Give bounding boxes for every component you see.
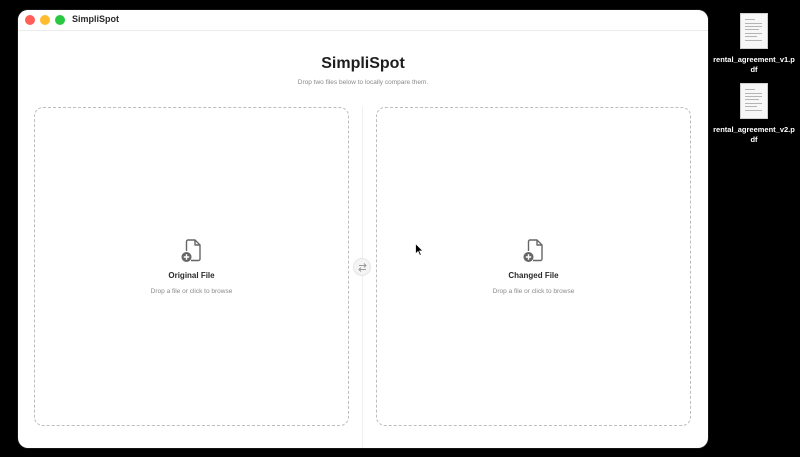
title-bar[interactable]: SimpliSpot: [18, 10, 708, 31]
maximize-window-button[interactable]: [55, 15, 65, 25]
app-window: SimpliSpot SimpliSpot Drop two files bel…: [18, 10, 708, 448]
desktop-file-rental-agreement-v2[interactable]: rental_agreement_v2.pdf: [712, 83, 796, 145]
changed-file-dropzone[interactable]: Changed File Drop a file or click to bro…: [376, 107, 691, 426]
close-window-button[interactable]: [25, 15, 35, 25]
pdf-file-icon: [740, 13, 768, 49]
file-plus-icon: [181, 239, 201, 262]
desktop-file-name: rental_agreement_v2.pdf: [713, 125, 795, 144]
page-title: SimpliSpot: [321, 55, 405, 72]
changed-file-hint: Drop a file or click to browse: [492, 288, 575, 295]
original-file-label: Original File: [168, 271, 215, 280]
desktop: SimpliSpot SimpliSpot Drop two files bel…: [0, 0, 800, 457]
mouse-pointer-icon: [415, 243, 424, 256]
original-file-hint: Drop a file or click to browse: [150, 288, 233, 295]
changed-file-label: Changed File: [508, 271, 559, 280]
file-plus-icon: [523, 239, 543, 262]
minimize-window-button[interactable]: [40, 15, 50, 25]
pdf-file-icon: [740, 83, 768, 119]
swap-arrows-icon: [358, 263, 367, 272]
desktop-file-name: rental_agreement_v1.pdf: [713, 55, 795, 74]
divider: [362, 107, 363, 448]
desktop-file-rental-agreement-v1[interactable]: rental_agreement_v1.pdf: [712, 13, 796, 75]
window-title: SimpliSpot: [72, 14, 119, 24]
swap-files-button[interactable]: [353, 258, 371, 276]
page-subtitle: Drop two files below to locally compare …: [297, 79, 429, 86]
original-file-dropzone[interactable]: Original File Drop a file or click to br…: [34, 107, 349, 426]
